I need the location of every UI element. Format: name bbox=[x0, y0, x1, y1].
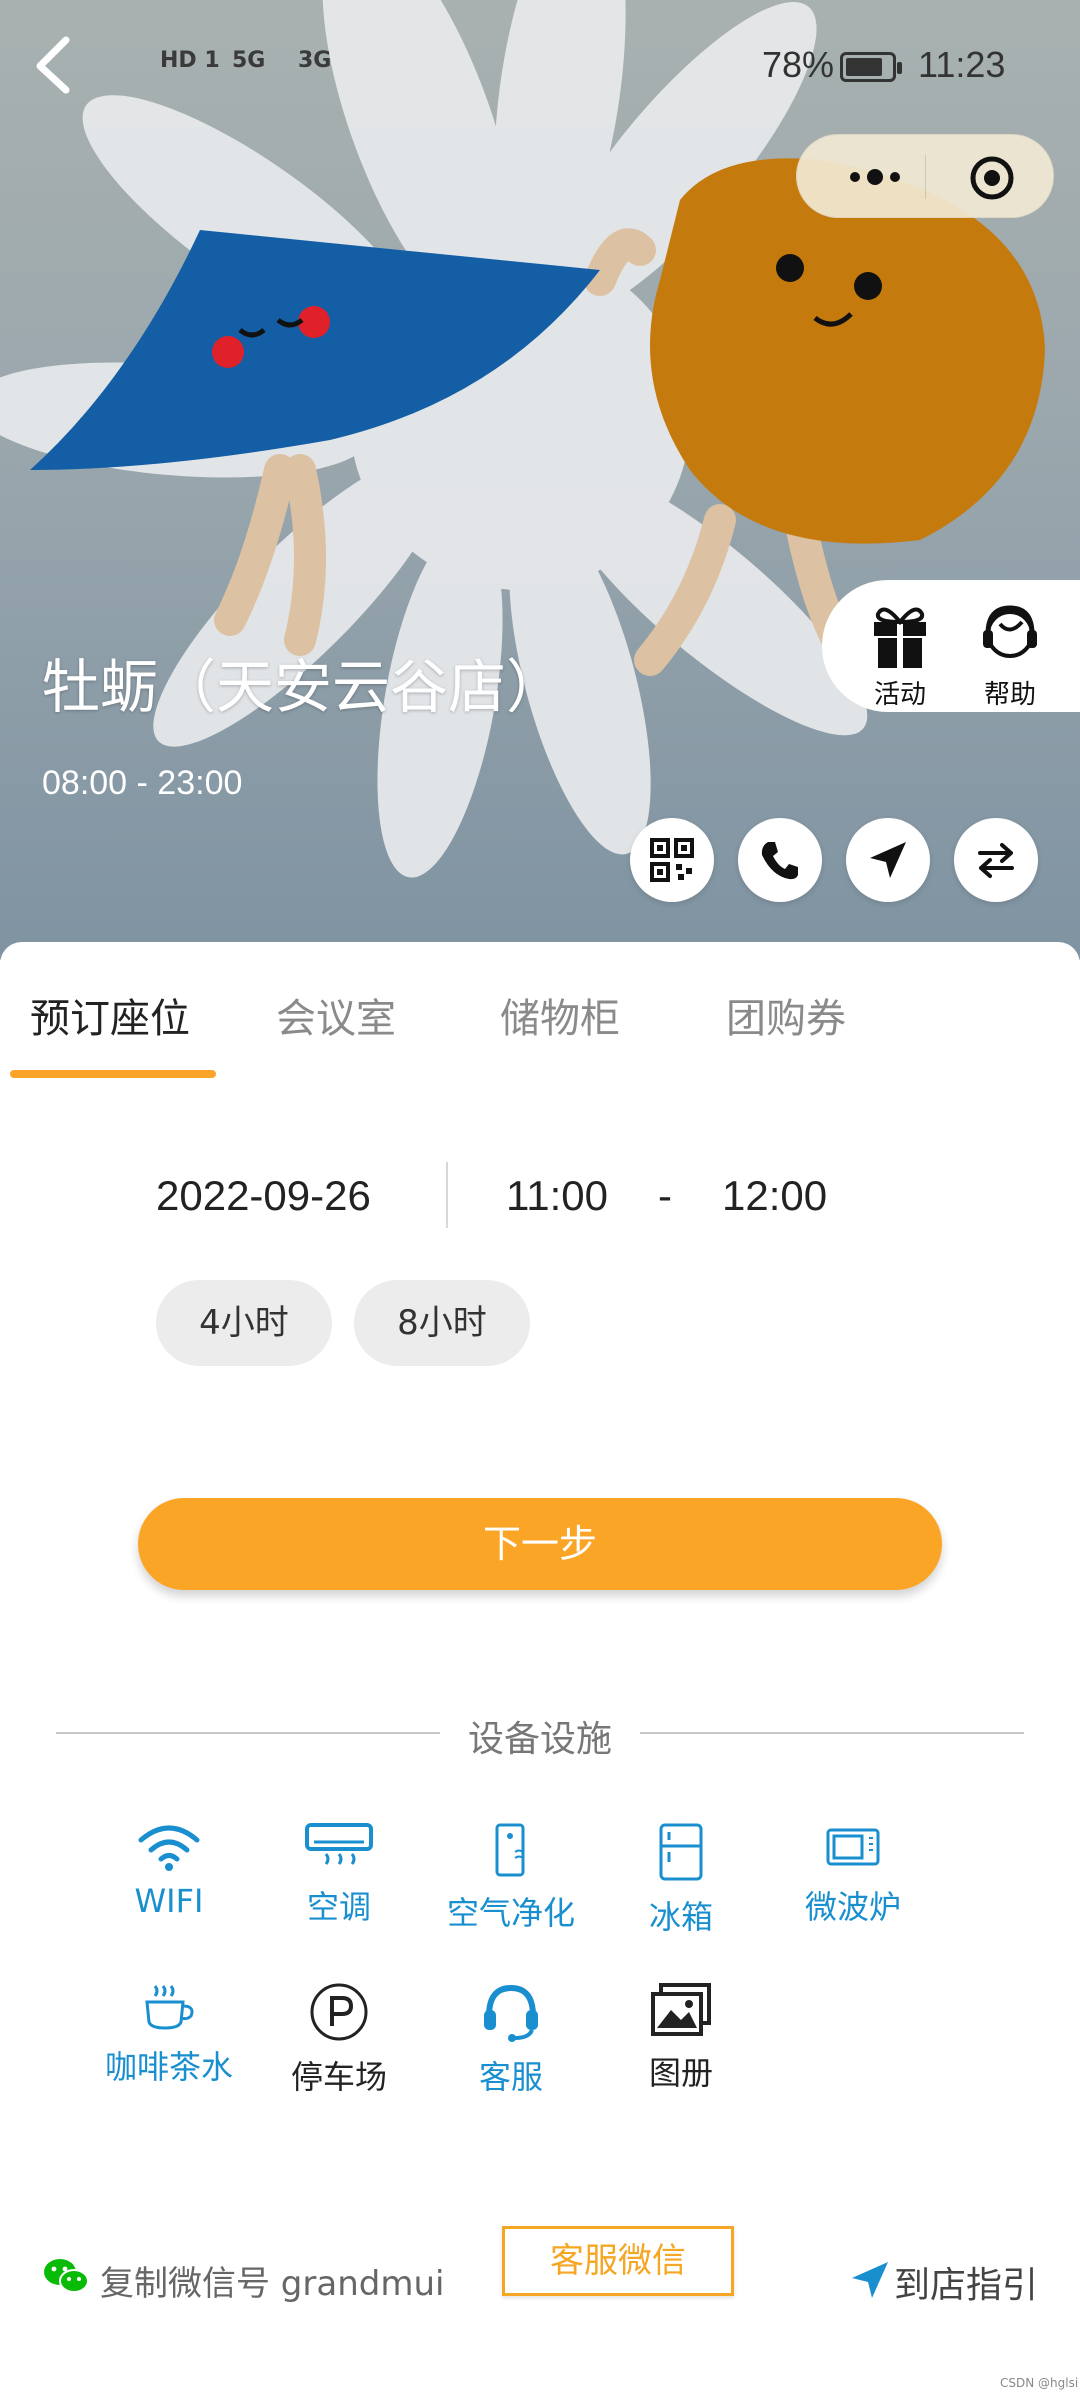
date-picker[interactable]: 2022-09-26 bbox=[156, 1172, 371, 1220]
gift-icon bbox=[874, 607, 926, 668]
end-time-picker[interactable]: 12:00 bbox=[722, 1172, 827, 1220]
support-agent-icon bbox=[983, 605, 1037, 658]
help-label: 帮助 bbox=[983, 680, 1036, 710]
facility-fridge: 冰箱 bbox=[606, 1822, 756, 1938]
parking-icon bbox=[310, 1983, 368, 2041]
facilities-header: 设备设施 bbox=[0, 1710, 1080, 1770]
facility-gallery[interactable]: 图册 bbox=[606, 1982, 756, 2094]
fridge-icon bbox=[659, 1823, 703, 1881]
start-time-picker[interactable]: 11:00 bbox=[506, 1172, 608, 1220]
more-options-icon[interactable] bbox=[835, 157, 915, 197]
tab-locker[interactable]: 储物柜 bbox=[500, 986, 620, 1044]
miniprogram-capsule bbox=[796, 134, 1054, 218]
date-time-divider bbox=[446, 1162, 448, 1228]
air-purifier-icon bbox=[495, 1823, 525, 1877]
location-arrow-icon bbox=[852, 2262, 888, 2298]
status-time: 11:23 bbox=[918, 44, 1006, 85]
booking-card: 预订座位 会议室 储物柜 团购券 2022-09-26 11:00 - 12:0… bbox=[0, 942, 1080, 2400]
phone-button[interactable] bbox=[738, 818, 822, 902]
phone-icon bbox=[761, 842, 798, 880]
headset-icon bbox=[484, 1984, 538, 2042]
facility-label: 图册 bbox=[648, 2054, 713, 2092]
qr-code-button[interactable] bbox=[630, 818, 714, 902]
facility-label: 咖啡茶水 bbox=[104, 2048, 233, 2086]
copy-wechat-id-button[interactable]: 复制微信号 grandmui bbox=[100, 2256, 444, 2305]
air-conditioner-icon bbox=[305, 1823, 373, 1865]
gallery-icon bbox=[651, 1983, 711, 2036]
navigation-arrow-icon bbox=[870, 842, 906, 878]
facility-label: 空气净化 bbox=[446, 1894, 575, 1932]
facility-microwave: 微波炉 bbox=[778, 1822, 928, 1928]
service-wechat-button[interactable]: 客服微信 bbox=[502, 2226, 734, 2296]
navigation-button[interactable] bbox=[846, 818, 930, 902]
battery-icon bbox=[840, 52, 902, 82]
facility-label: 停车场 bbox=[290, 2058, 387, 2096]
signal-hd-indicator: HD 1 bbox=[160, 48, 220, 73]
facility-coffee: 咖啡茶水 bbox=[94, 1982, 244, 2088]
status-bar: HD 1 5G 3G 78% 11:23 bbox=[0, 0, 1080, 140]
wifi-icon bbox=[138, 1825, 200, 1871]
facility-wifi: WIFI bbox=[94, 1822, 244, 1920]
signal-5g-indicator: 5G bbox=[232, 48, 266, 73]
store-name: 牡蛎（天安云谷店） bbox=[42, 653, 565, 721]
back-arrow-icon[interactable] bbox=[22, 30, 92, 100]
capsule-divider bbox=[925, 155, 926, 199]
facility-parking: 停车场 bbox=[264, 1982, 414, 2098]
wechat-icon bbox=[44, 2259, 89, 2293]
facility-air-purifier: 空气净化 bbox=[436, 1822, 586, 1934]
battery-percent: 78% bbox=[762, 44, 835, 85]
qr-code-icon bbox=[650, 838, 694, 882]
watermark: CSDN @hglsi bbox=[1000, 2376, 1079, 2390]
footer-actions: 复制微信号 grandmui 客服微信 到店指引 bbox=[0, 2226, 1080, 2336]
store-guide-link[interactable]: 到店指引 bbox=[894, 2256, 1038, 2308]
next-step-button[interactable]: 下一步 bbox=[138, 1498, 942, 1590]
facility-label: 客服 bbox=[478, 2058, 543, 2096]
tab-bar: 预订座位 会议室 储物柜 团购券 bbox=[0, 942, 1080, 1082]
close-miniprogram-icon[interactable] bbox=[969, 155, 1015, 201]
microwave-icon bbox=[826, 1828, 880, 1866]
duration-8h-chip[interactable]: 8小时 bbox=[354, 1280, 530, 1366]
facility-label: 微波炉 bbox=[804, 1888, 901, 1926]
help-button[interactable]: 帮助 bbox=[962, 594, 1058, 710]
facility-label: 冰箱 bbox=[648, 1898, 713, 1936]
store-hours: 08:00 - 23:00 bbox=[42, 764, 243, 802]
time-range-separator: - bbox=[658, 1172, 672, 1219]
signal-3g-indicator: 3G bbox=[298, 48, 332, 73]
coffee-icon bbox=[145, 1985, 194, 2030]
side-action-panel: 活动 帮助 bbox=[822, 580, 1080, 712]
swap-arrows-icon bbox=[978, 843, 1014, 878]
activity-button[interactable]: 活动 bbox=[852, 594, 948, 710]
facility-label: 空调 bbox=[306, 1888, 371, 1926]
activity-label: 活动 bbox=[873, 680, 926, 710]
duration-4h-chip[interactable]: 4小时 bbox=[156, 1280, 332, 1366]
switch-store-button[interactable] bbox=[954, 818, 1038, 902]
tab-group-coupon[interactable]: 团购券 bbox=[726, 986, 846, 1044]
facility-label: WIFI bbox=[134, 1882, 204, 1920]
store-hero: HD 1 5G 3G 78% 11:23 活动 帮助 牡蛎（天安云谷店） 08:… bbox=[0, 0, 1080, 960]
date-time-selector: 2022-09-26 11:00 - 12:00 bbox=[0, 1162, 1080, 1242]
tab-book-seat[interactable]: 预订座位 bbox=[30, 986, 190, 1044]
facility-air-conditioner: 空调 bbox=[264, 1822, 414, 1928]
facilities-title: 设备设施 bbox=[467, 1719, 612, 1760]
tab-meeting-room[interactable]: 会议室 bbox=[276, 986, 396, 1044]
facility-customer-service: 客服 bbox=[436, 1982, 586, 2098]
active-tab-indicator bbox=[10, 1070, 216, 1078]
